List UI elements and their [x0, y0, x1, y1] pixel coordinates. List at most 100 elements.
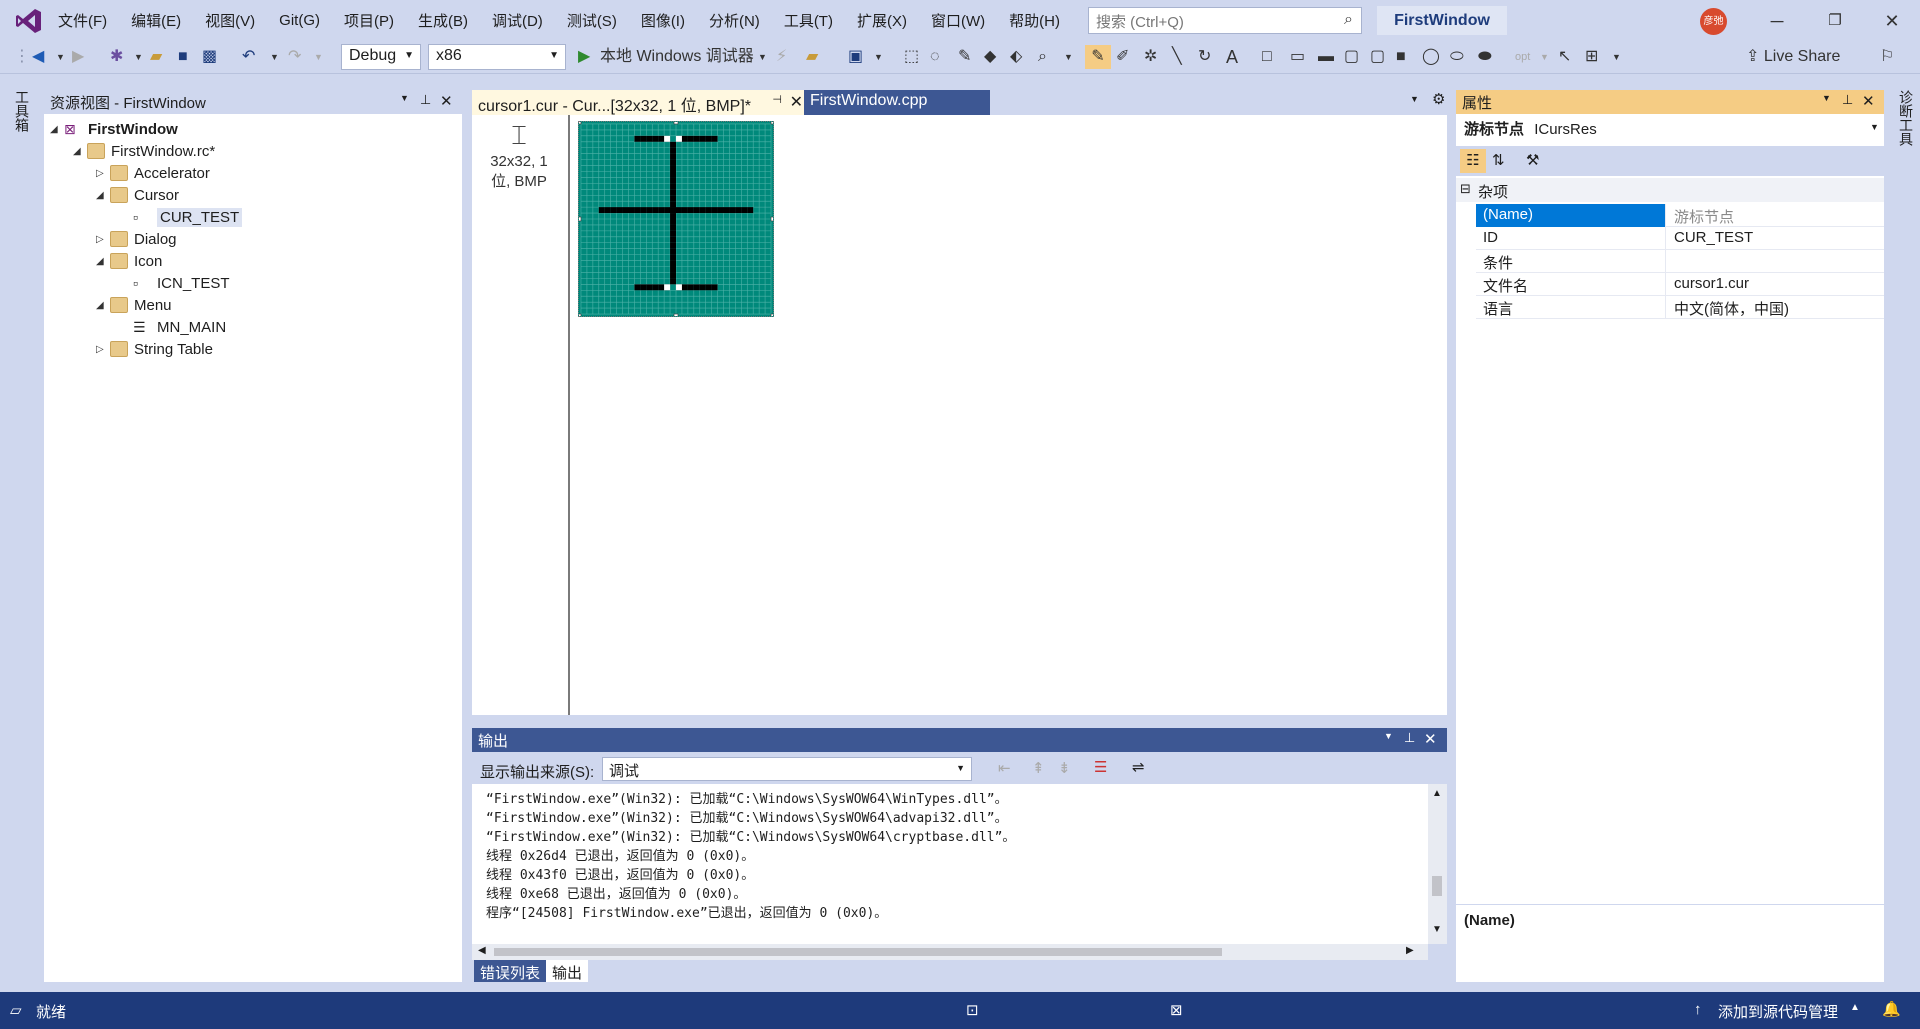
expand-icon[interactable]: ▷ [96, 168, 110, 179]
toolbox-tab[interactable]: 工具箱 [12, 90, 32, 132]
find-next-icon[interactable]: ⇟ [1058, 759, 1071, 777]
property-row[interactable]: 条件 [1476, 250, 1884, 273]
tree-item[interactable]: ▫ CUR_TEST [119, 206, 243, 228]
menu-item[interactable]: 图像(I) [629, 10, 697, 31]
menu-item[interactable]: 调试(D) [480, 10, 555, 31]
menu-item[interactable]: 扩展(X) [845, 10, 919, 31]
collapse-icon[interactable]: ⊟ [1460, 181, 1471, 197]
scroll-right-icon[interactable]: ▶ [1406, 945, 1414, 956]
brush-icon[interactable]: ✐ [1116, 45, 1129, 69]
menu-item[interactable]: 窗口(W) [919, 10, 997, 31]
image-editor-extra-icon[interactable]: ⊞ [1585, 45, 1598, 69]
configuration-select[interactable]: Debug ▼ [341, 44, 421, 70]
avatar[interactable]: 彦弛 [1700, 8, 1727, 35]
options-label[interactable]: opt [1515, 45, 1530, 69]
outlined-round-rect-icon[interactable]: ▢ [1370, 45, 1385, 69]
round-rect-icon[interactable]: ▢ [1344, 45, 1359, 69]
toolbar-overflow-icon[interactable]: ▼ [1612, 45, 1621, 69]
tab-firstwindow-cpp[interactable]: FirstWindow.cpp [804, 90, 990, 115]
tree-item[interactable]: ◢ ⊠ FirstWindow [50, 118, 178, 140]
image-tool-dropdown-icon[interactable]: ▼ [874, 45, 883, 69]
close-window-button[interactable]: ✕ [1870, 6, 1914, 36]
categorized-icon[interactable]: ☷ [1460, 149, 1486, 173]
goto-previous-icon[interactable]: ⇤ [998, 759, 1011, 777]
lasso-select-icon[interactable]: ◌ [930, 45, 940, 69]
layout-icon[interactable]: ⊡ [966, 1001, 979, 1019]
menu-item[interactable]: 文件(F) [46, 10, 119, 31]
pencil-icon[interactable]: ✎ [1085, 45, 1111, 69]
hot-reload-icon[interactable]: ⚡ [776, 45, 787, 69]
collapse-icon[interactable]: ◢ [96, 190, 110, 201]
settings-gear-icon[interactable]: ⚙ [1432, 90, 1445, 108]
collapse-icon[interactable]: ◢ [73, 146, 87, 157]
new-project-icon[interactable]: ✱ [110, 45, 123, 69]
back-dropdown-icon[interactable]: ▼ [56, 45, 65, 69]
collapse-icon[interactable]: ◢ [50, 124, 64, 135]
pin-icon[interactable]: ⊣ [772, 93, 782, 106]
word-wrap-icon[interactable]: ⇌ [1132, 758, 1145, 776]
diagnostic-tools-tab[interactable]: 诊断工具 [1896, 90, 1916, 146]
tree-item[interactable]: ▷ Accelerator [96, 162, 210, 184]
back-icon[interactable]: ◀ [32, 45, 44, 69]
panel-menu-icon[interactable]: ▼ [1384, 731, 1393, 741]
save-all-icon[interactable]: ▩ [202, 45, 217, 69]
menu-item[interactable]: 工具(T) [772, 10, 845, 31]
tree-item[interactable]: ◢ Cursor [96, 184, 179, 206]
menu-item[interactable]: 帮助(H) [997, 10, 1072, 31]
add-to-source-control[interactable]: 添加到源代码管理 [1718, 1001, 1838, 1022]
undo-icon[interactable]: ↶ [242, 45, 255, 69]
close-panel-icon[interactable]: ✕ [1424, 730, 1437, 748]
tree-item[interactable]: ◢ Menu [96, 294, 172, 316]
feedback-icon[interactable]: ⚐ [1880, 45, 1894, 69]
magnify-dropdown-icon[interactable]: ▼ [1064, 45, 1073, 69]
magnify-icon[interactable]: ⌕ [1038, 45, 1047, 69]
property-value[interactable]: cursor1.cur [1667, 273, 1884, 296]
scroll-down-icon[interactable]: ▼ [1432, 924, 1442, 935]
category-row[interactable]: ⊟ 杂项 [1456, 178, 1884, 202]
live-share-button[interactable]: ⇪ Live Share [1746, 45, 1866, 69]
menu-item[interactable]: 分析(N) [697, 10, 772, 31]
curve-icon[interactable]: ↻ [1198, 45, 1211, 69]
save-icon[interactable]: ■ [178, 45, 188, 69]
fill-icon[interactable]: ⬖ [1010, 45, 1022, 69]
pin-icon[interactable]: ⊥ [1842, 92, 1853, 108]
object-selector[interactable]: 游标节点 ICursRes [1464, 118, 1597, 139]
property-row[interactable]: 文件名 cursor1.cur [1476, 273, 1884, 296]
tree-item[interactable]: ◢ Icon [96, 250, 162, 272]
eraser-icon[interactable]: ◆ [984, 45, 996, 69]
filled-ellipse-icon[interactable]: ⬬ [1478, 45, 1492, 69]
property-pages-icon[interactable]: ⚒ [1526, 149, 1539, 173]
chevron-down-icon[interactable]: ▼ [1870, 122, 1879, 132]
undo-dropdown-icon[interactable]: ▼ [270, 45, 279, 69]
property-value[interactable]: 中文(简体，中国) [1667, 296, 1884, 319]
browse-folder-icon[interactable]: ▰ [806, 45, 818, 69]
debugger-dropdown-icon[interactable]: ▼ [758, 45, 767, 69]
tab-cursor1[interactable]: cursor1.cur - Cur...[32x32, 1 位, BMP]* ⊣… [472, 90, 808, 115]
new-dropdown-icon[interactable]: ▼ [134, 45, 143, 69]
menu-item[interactable]: 项目(P) [332, 10, 406, 31]
text-tool-icon[interactable]: A [1226, 45, 1238, 69]
output-text[interactable]: “FirstWindow.exe”(Win32): 已加载“C:\Windows… [472, 784, 1447, 944]
cursor-hotspot-icon[interactable]: ↖ [1558, 45, 1571, 69]
close-panel-icon[interactable]: ✕ [440, 92, 453, 110]
restore-button[interactable]: ❐ [1813, 6, 1857, 36]
expand-icon[interactable]: ▷ [96, 234, 110, 245]
start-debugging-icon[interactable]: ▶ [578, 45, 590, 69]
tree-item[interactable]: ▫ ICN_TEST [119, 272, 230, 294]
property-row[interactable]: (Name) 游标节点 [1476, 204, 1884, 227]
visual-studio-logo-icon[interactable] [14, 6, 44, 36]
debugger-label[interactable]: 本地 Windows 调试器 [600, 45, 754, 69]
image-thumbnail[interactable]: ⌶ 32x32, 1 位, BMP [488, 118, 550, 198]
airbrush-icon[interactable]: ✲ [1144, 45, 1157, 69]
tree-item[interactable]: ▷ Dialog [96, 228, 177, 250]
redo-icon[interactable]: ↷ [288, 45, 301, 69]
scroll-left-icon[interactable]: ◀ [478, 945, 486, 956]
outlined-ellipse-icon[interactable]: ⬭ [1450, 45, 1464, 69]
collapse-icon[interactable]: ◢ [96, 300, 110, 311]
expand-icon[interactable]: ▷ [96, 344, 110, 355]
options-dropdown-icon[interactable]: ▼ [1540, 45, 1549, 69]
tree-item[interactable]: ☰ MN_MAIN [119, 316, 226, 338]
menu-item[interactable]: Git(G) [267, 12, 332, 29]
panel-menu-icon[interactable]: ▼ [400, 93, 409, 103]
menu-item[interactable]: 测试(S) [555, 10, 629, 31]
